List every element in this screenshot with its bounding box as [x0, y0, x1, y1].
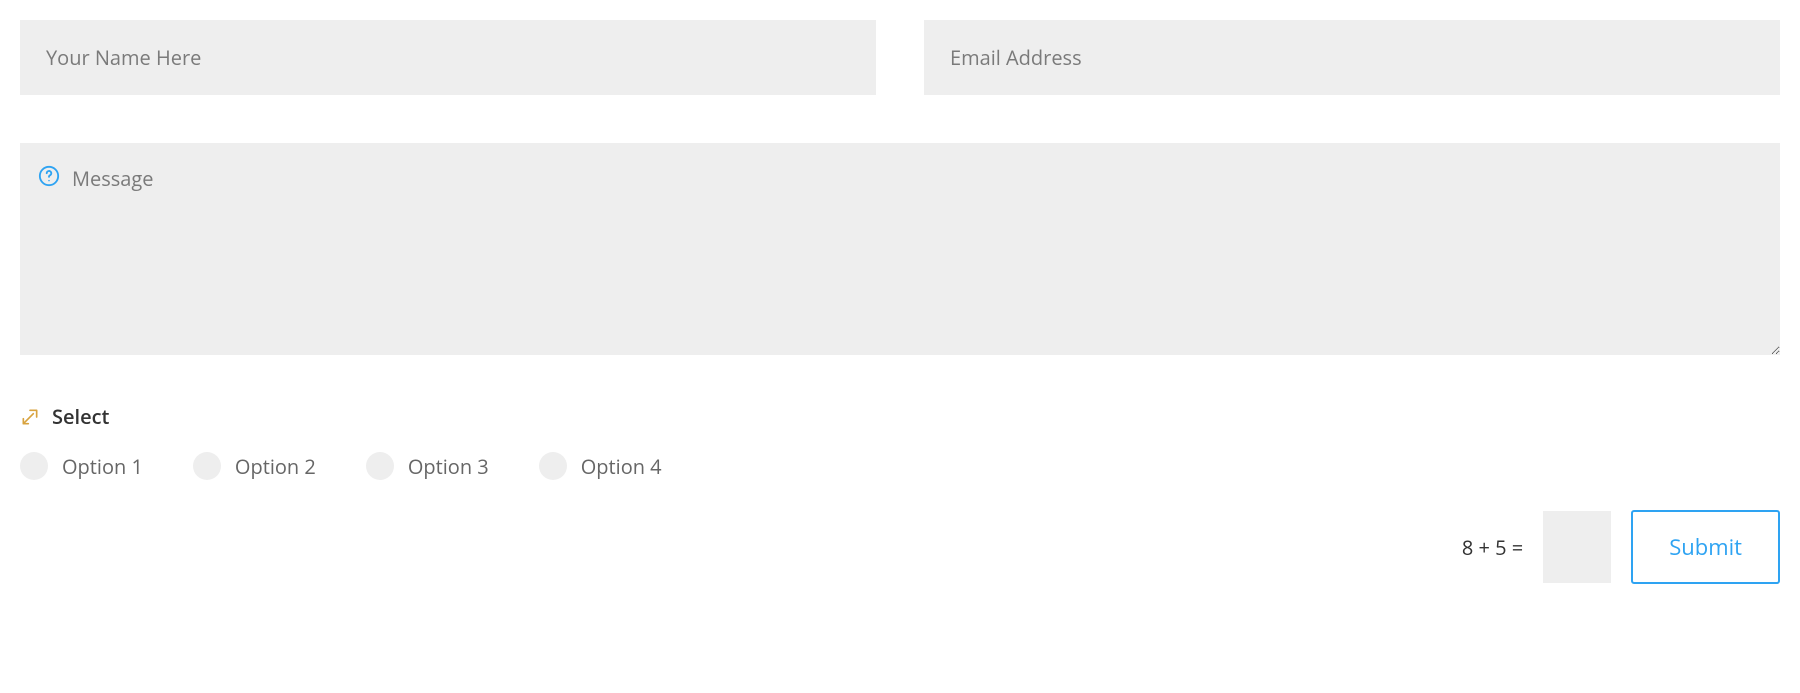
options-row: Option 1 Option 2 Option 3 Option 4 — [20, 452, 1780, 480]
option-label: Option 1 — [62, 453, 143, 480]
message-wrapper — [20, 143, 1780, 355]
option-4[interactable]: Option 4 — [539, 452, 662, 480]
option-label: Option 4 — [581, 453, 662, 480]
form-footer: 8 + 5 = Submit — [20, 510, 1780, 584]
message-textarea[interactable] — [20, 143, 1780, 355]
name-input[interactable] — [20, 20, 876, 95]
option-3[interactable]: Option 3 — [366, 452, 489, 480]
radio-icon — [539, 452, 567, 480]
contact-form: Select Option 1 Option 2 Option 3 Option… — [20, 20, 1780, 584]
captcha-input[interactable] — [1543, 511, 1611, 583]
radio-icon — [20, 452, 48, 480]
option-1[interactable]: Option 1 — [20, 452, 143, 480]
option-label: Option 2 — [235, 453, 316, 480]
submit-button[interactable]: Submit — [1631, 510, 1780, 584]
select-section: Select Option 1 Option 2 Option 3 Option… — [20, 403, 1780, 480]
option-label: Option 3 — [408, 453, 489, 480]
top-input-row — [20, 20, 1780, 95]
select-arrow-icon — [20, 407, 40, 427]
select-label-row: Select — [20, 403, 1780, 430]
email-input[interactable] — [924, 20, 1780, 95]
captcha-question: 8 + 5 = — [1462, 534, 1523, 561]
select-label: Select — [52, 403, 109, 430]
radio-icon — [193, 452, 221, 480]
radio-icon — [366, 452, 394, 480]
option-2[interactable]: Option 2 — [193, 452, 316, 480]
